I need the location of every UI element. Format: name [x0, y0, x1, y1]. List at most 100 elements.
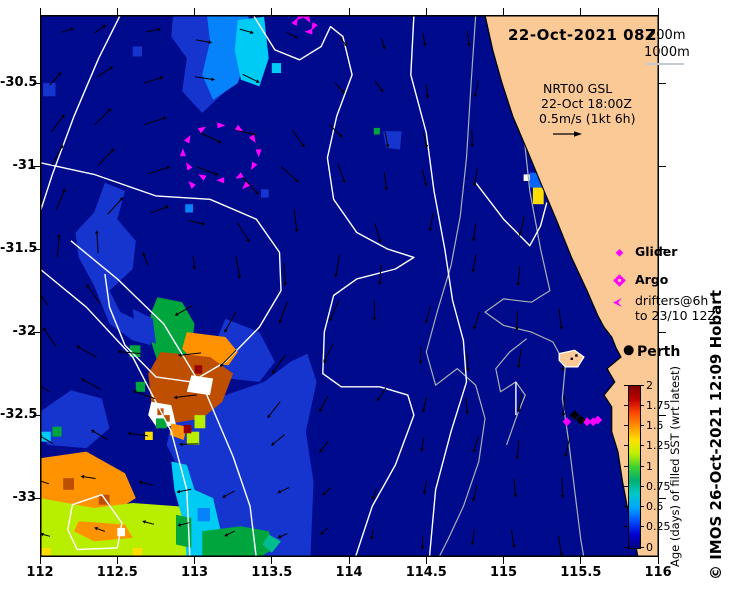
perth-dot [623, 345, 634, 356]
bathy-line-sample [646, 63, 684, 65]
sst-age-patch [63, 478, 74, 490]
colorbar-tick-label: 0.5 [646, 500, 664, 513]
x-tick [425, 557, 427, 564]
sst-age-patch [194, 365, 203, 374]
colorbar-tick [640, 425, 644, 426]
colorbar-axis-label: Age (days) of filled SST (wrt latest) [668, 366, 682, 567]
sst-age-patch [185, 204, 193, 213]
bathy-200m-label: 200m [648, 28, 686, 43]
x-tick [503, 557, 505, 564]
colorbar-tick-label: 2 [646, 378, 653, 392]
x-tick-label: 112 [26, 565, 54, 580]
y-tick-right [659, 82, 666, 84]
colorbar-tick [624, 384, 628, 386]
x-tick-top [271, 8, 273, 15]
drifters-legend-line2: to 23/10 12Z [635, 308, 716, 323]
colorbar-tick [624, 526, 628, 528]
x-tick-label: 113.5 [251, 565, 293, 580]
sst-age-patch [183, 425, 192, 434]
colorbar-tick [640, 546, 644, 548]
glider-legend-label: Glider [635, 244, 678, 259]
sst-age-patch [373, 127, 380, 135]
sst-age-patch [197, 508, 210, 522]
colorbar-tick [640, 485, 644, 487]
sst-age-patch [194, 415, 206, 429]
colorbar-tick [640, 526, 644, 528]
sst-age-patch [43, 83, 56, 97]
colorbar-tick [624, 485, 628, 487]
colorbar-tick [640, 445, 644, 447]
colorbar-tick [624, 506, 628, 507]
sst-age-patch [135, 381, 146, 392]
colorbar-tick [640, 384, 644, 386]
x-tick-label: 112.5 [96, 565, 138, 580]
x-tick [580, 557, 582, 564]
colorbar-tick [624, 425, 628, 426]
x-tick [657, 557, 659, 564]
y-tick-right [659, 165, 666, 167]
x-tick-top [194, 8, 196, 15]
colorbar-tick-label: 1 [646, 459, 653, 473]
glider-marker-icon [615, 248, 624, 257]
sst-age-patch [532, 187, 544, 205]
sst-age-patch [202, 526, 275, 557]
x-tick [39, 557, 41, 564]
colorbar-tick [640, 404, 644, 406]
y-tick-label: -32 [12, 324, 37, 340]
sst-age-patch [52, 426, 62, 437]
colorbar-tick [624, 445, 628, 447]
sst-age-patch [186, 375, 214, 396]
nrt-line1: NRT00 GSL [543, 81, 613, 96]
x-tick [194, 557, 196, 564]
x-tick-label: 114 [335, 565, 363, 580]
colorbar-tick [624, 465, 628, 467]
y-tick-label: -33 [12, 490, 37, 506]
sst-age-patch [261, 189, 269, 198]
imos-sst-age-figure: 22-Oct-2021 08Z 200m 1000m NRT00 GSL 22-… [0, 0, 739, 592]
reference-arrow-icon [553, 131, 582, 137]
y-tick-right [659, 331, 666, 333]
colorbar-tick-label: 0 [646, 540, 653, 554]
y-tick-label: -32.5 [0, 407, 38, 423]
colorbar-tick-label: 0.25 [646, 520, 671, 534]
x-tick-label: 115 [489, 565, 518, 580]
colorbar [628, 385, 641, 549]
y-tick-label: -31.5 [0, 241, 38, 257]
x-tick-top [39, 8, 41, 15]
x-tick-label: 115.5 [560, 565, 602, 580]
colorbar-tick-label: 1.75 [646, 398, 671, 412]
nrt-line3: 0.5m/s (1kt 6h) [539, 111, 636, 126]
sst-age-patch [186, 431, 200, 445]
argo-marker-icon [613, 274, 626, 287]
x-tick [348, 557, 350, 564]
colorbar-tick [624, 404, 628, 406]
sst-age-patch [271, 63, 281, 74]
y-tick-label: -31 [12, 158, 37, 174]
drifter-marker-icon [613, 298, 622, 307]
perth-city-label: Perth [637, 344, 681, 360]
credit-text: © IMOS 26-Oct-2021 12:09 Hobart [707, 290, 725, 580]
y-tick-right [659, 248, 666, 250]
y-tick-label: -30.5 [0, 75, 38, 91]
sst-age-patch [132, 46, 142, 57]
x-tick-label: 116 [644, 565, 672, 580]
x-tick-top [116, 8, 118, 15]
colorbar-tick [640, 465, 644, 467]
colorbar-tick [624, 546, 628, 548]
nrt-line2: 22-Oct 18:00Z [541, 96, 632, 111]
x-tick-label: 114.5 [405, 565, 447, 580]
y-tick-right [659, 497, 666, 499]
y-tick-right [659, 414, 666, 416]
colorbar-tick-label: 0.75 [646, 479, 671, 493]
x-tick-label: 113 [180, 565, 209, 580]
colorbar-tick-label: 1.25 [646, 439, 671, 453]
argo-legend-label: Argo [635, 272, 669, 287]
x-tick-top [425, 8, 427, 15]
map-title: 22-Oct-2021 08Z [508, 26, 657, 44]
x-tick-top [348, 8, 350, 15]
drifters-legend-line1: drifters@6h [635, 293, 709, 308]
x-tick-top [657, 8, 659, 15]
x-tick [271, 557, 273, 564]
bathy-1000m-label: 1000m [644, 45, 690, 60]
x-tick-top [503, 8, 505, 15]
